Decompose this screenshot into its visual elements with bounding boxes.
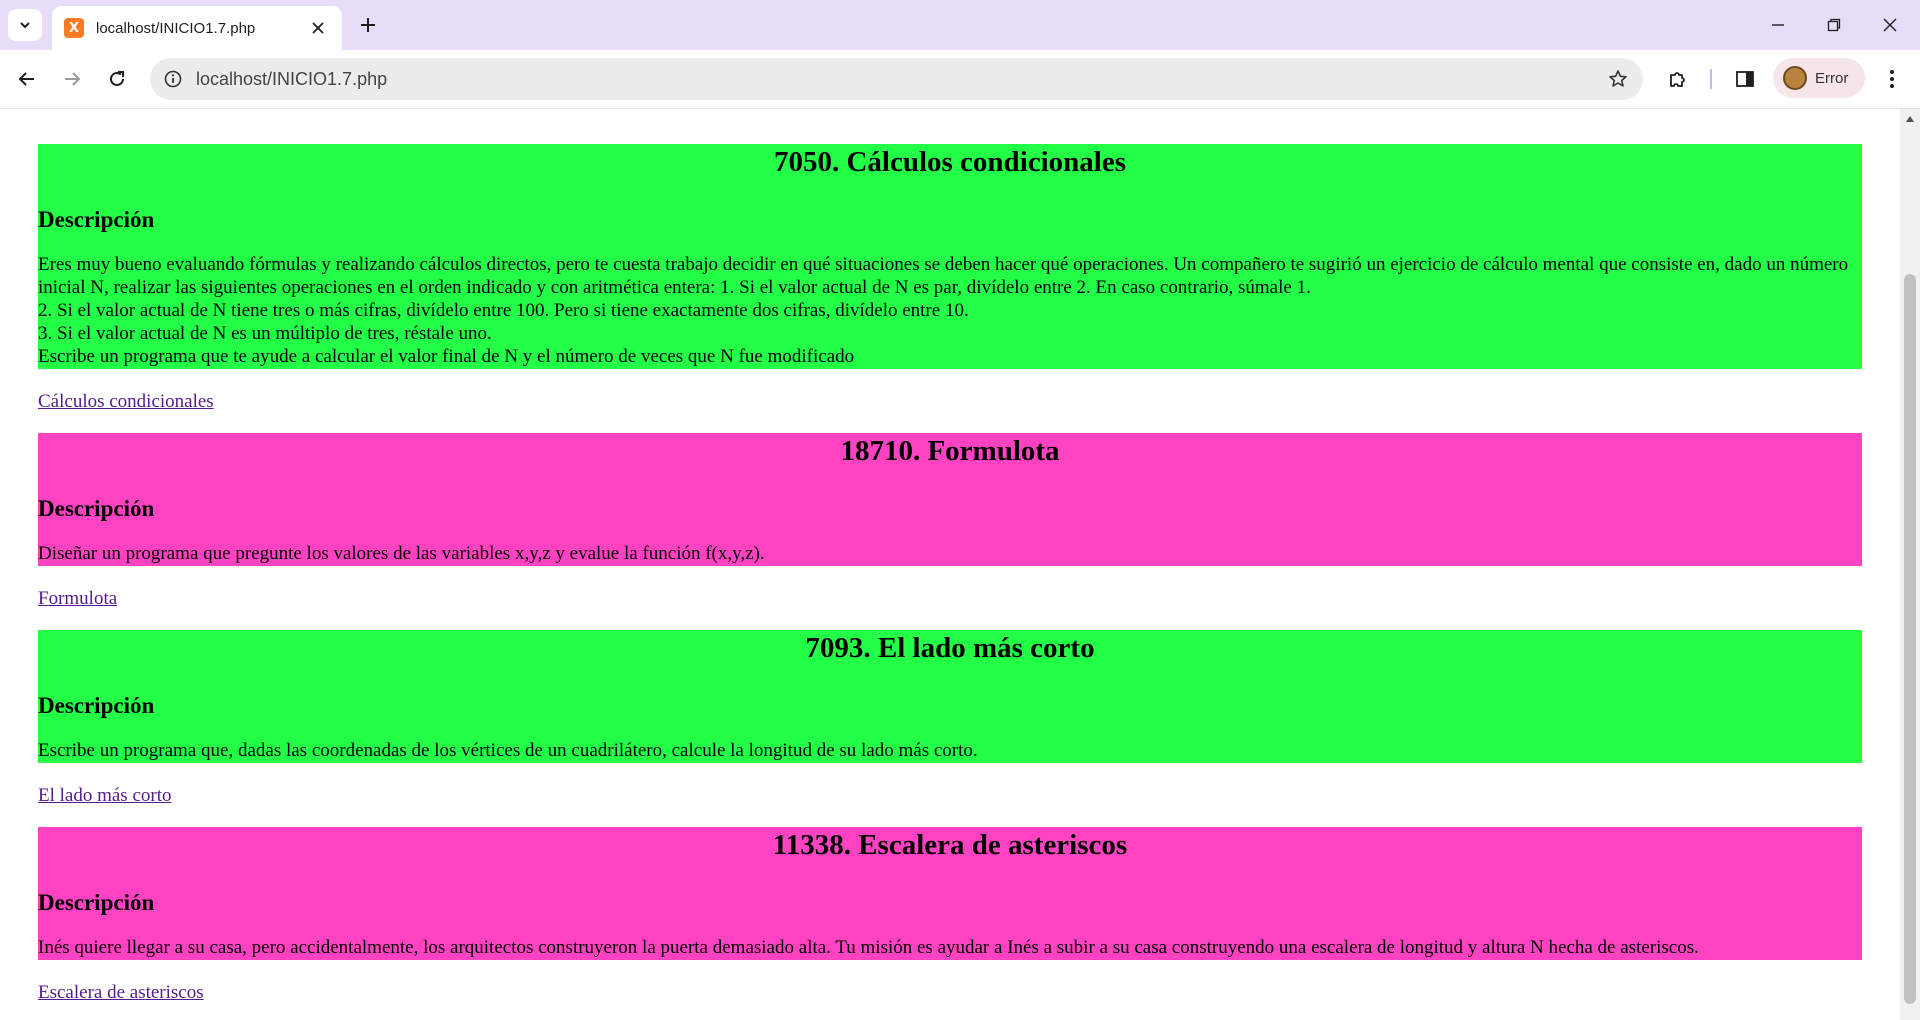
toolbar-divider <box>1710 69 1712 89</box>
description-heading: Descripción <box>38 890 155 915</box>
problem-card: 18710. Formulota Descripción Diseñar un … <box>38 433 1862 566</box>
reload-button[interactable] <box>99 61 135 97</box>
tab-title: localhost/INICIO1.7.php <box>96 19 256 37</box>
problem-link[interactable]: Formulota <box>38 588 117 609</box>
problem-list: 7050. Cálculos condicionales Descripción… <box>38 144 1862 1020</box>
description-line: Escribe un programa que, dadas las coord… <box>38 740 978 761</box>
tab-strip: X localhost/INICIO1.7.php <box>0 0 1920 50</box>
browser-toolbar: localhost/INICIO1.7.php Error <box>0 50 1920 109</box>
tab-search-button[interactable] <box>8 9 42 41</box>
problem-card: 7050. Cálculos condicionales Descripción… <box>38 144 1862 369</box>
problem-link-row: El lado más corto <box>38 763 1862 807</box>
profile-button[interactable]: Error <box>1773 58 1865 98</box>
tab-close-button[interactable] <box>306 16 330 40</box>
close-icon <box>312 22 324 34</box>
arrow-left-icon <box>18 72 34 86</box>
arrow-right-icon <box>65 72 81 86</box>
close-icon <box>1883 18 1897 32</box>
problem-card: 7093. El lado más corto Descripción Escr… <box>38 630 1862 763</box>
back-button[interactable] <box>9 61 45 97</box>
browser-tab[interactable]: X localhost/INICIO1.7.php <box>52 6 342 50</box>
description-line: Inés quiere llegar a su casa, pero accid… <box>38 937 1699 958</box>
restore-icon <box>1827 18 1841 32</box>
chevron-down-icon <box>20 22 30 29</box>
description-line: 3. Si el valor actual de N es un múltipl… <box>38 323 492 344</box>
side-panel-button[interactable] <box>1727 61 1763 97</box>
scroll-thumb[interactable] <box>1904 274 1916 1004</box>
extensions-button[interactable] <box>1660 61 1696 97</box>
new-tab-button[interactable] <box>352 10 384 40</box>
problem-link[interactable]: Cálculos condicionales <box>38 391 214 412</box>
problem-description: Diseñar un programa que pregunte los val… <box>38 542 1862 565</box>
profile-label: Error <box>1815 69 1849 87</box>
site-info-icon[interactable] <box>162 68 184 90</box>
side-panel-icon <box>1736 71 1754 87</box>
puzzle-icon <box>1670 72 1685 87</box>
minimize-icon <box>1772 24 1784 26</box>
forward-button[interactable] <box>54 61 90 97</box>
page-viewport: 7050. Cálculos condicionales Descripción… <box>0 109 1900 1020</box>
browser-menu-button[interactable] <box>1876 61 1908 97</box>
reload-icon <box>110 71 124 86</box>
problem-description: Eres muy bueno evaluando fórmulas y real… <box>38 253 1862 368</box>
problem-link-row: Cálculos condicionales <box>38 369 1862 413</box>
favicon-icon: X <box>64 18 84 38</box>
description-heading: Descripción <box>38 693 155 718</box>
problem-title: 11338. Escalera de asteriscos <box>772 829 1128 861</box>
description-line: Diseñar un programa que pregunte los val… <box>38 543 765 564</box>
restore-button[interactable] <box>1806 0 1862 50</box>
close-window-button[interactable] <box>1862 0 1918 50</box>
plus-icon <box>361 18 375 32</box>
problem-title: 18710. Formulota <box>840 435 1060 467</box>
triangle-up-icon <box>1906 116 1914 122</box>
scroll-up-button[interactable] <box>1900 109 1920 129</box>
vertical-scrollbar[interactable] <box>1900 109 1920 1020</box>
url-text[interactable]: localhost/INICIO1.7.php <box>196 69 387 90</box>
problem-card: 11338. Escalera de asteriscos Descripció… <box>38 827 1862 960</box>
address-bar[interactable]: localhost/INICIO1.7.php <box>150 58 1643 100</box>
problem-description: Escribe un programa que, dadas las coord… <box>38 739 1862 762</box>
description-line: Eres muy bueno evaluando fórmulas y real… <box>38 254 1853 298</box>
problem-link-row: Formulota <box>38 566 1862 610</box>
description-heading: Descripción <box>38 207 155 232</box>
problem-link[interactable]: Escalera de asteriscos <box>38 982 204 1003</box>
description-line: 2. Si el valor actual de N tiene tres o … <box>38 300 969 321</box>
description-line: Escribe un programa que te ayude a calcu… <box>38 346 855 367</box>
avatar <box>1783 66 1807 90</box>
problem-link[interactable]: El lado más corto <box>38 785 172 806</box>
problem-title: 7093. El lado más corto <box>805 632 1095 664</box>
problem-link-row: Escalera de asteriscos <box>38 960 1862 1004</box>
minimize-button[interactable] <box>1750 0 1806 50</box>
description-heading: Descripción <box>38 496 155 521</box>
more-vert-icon <box>1890 70 1894 88</box>
problem-description: Inés quiere llegar a su casa, pero accid… <box>38 936 1862 959</box>
bookmark-star-icon[interactable] <box>1605 66 1631 92</box>
problem-title: 7050. Cálculos condicionales <box>773 146 1127 178</box>
